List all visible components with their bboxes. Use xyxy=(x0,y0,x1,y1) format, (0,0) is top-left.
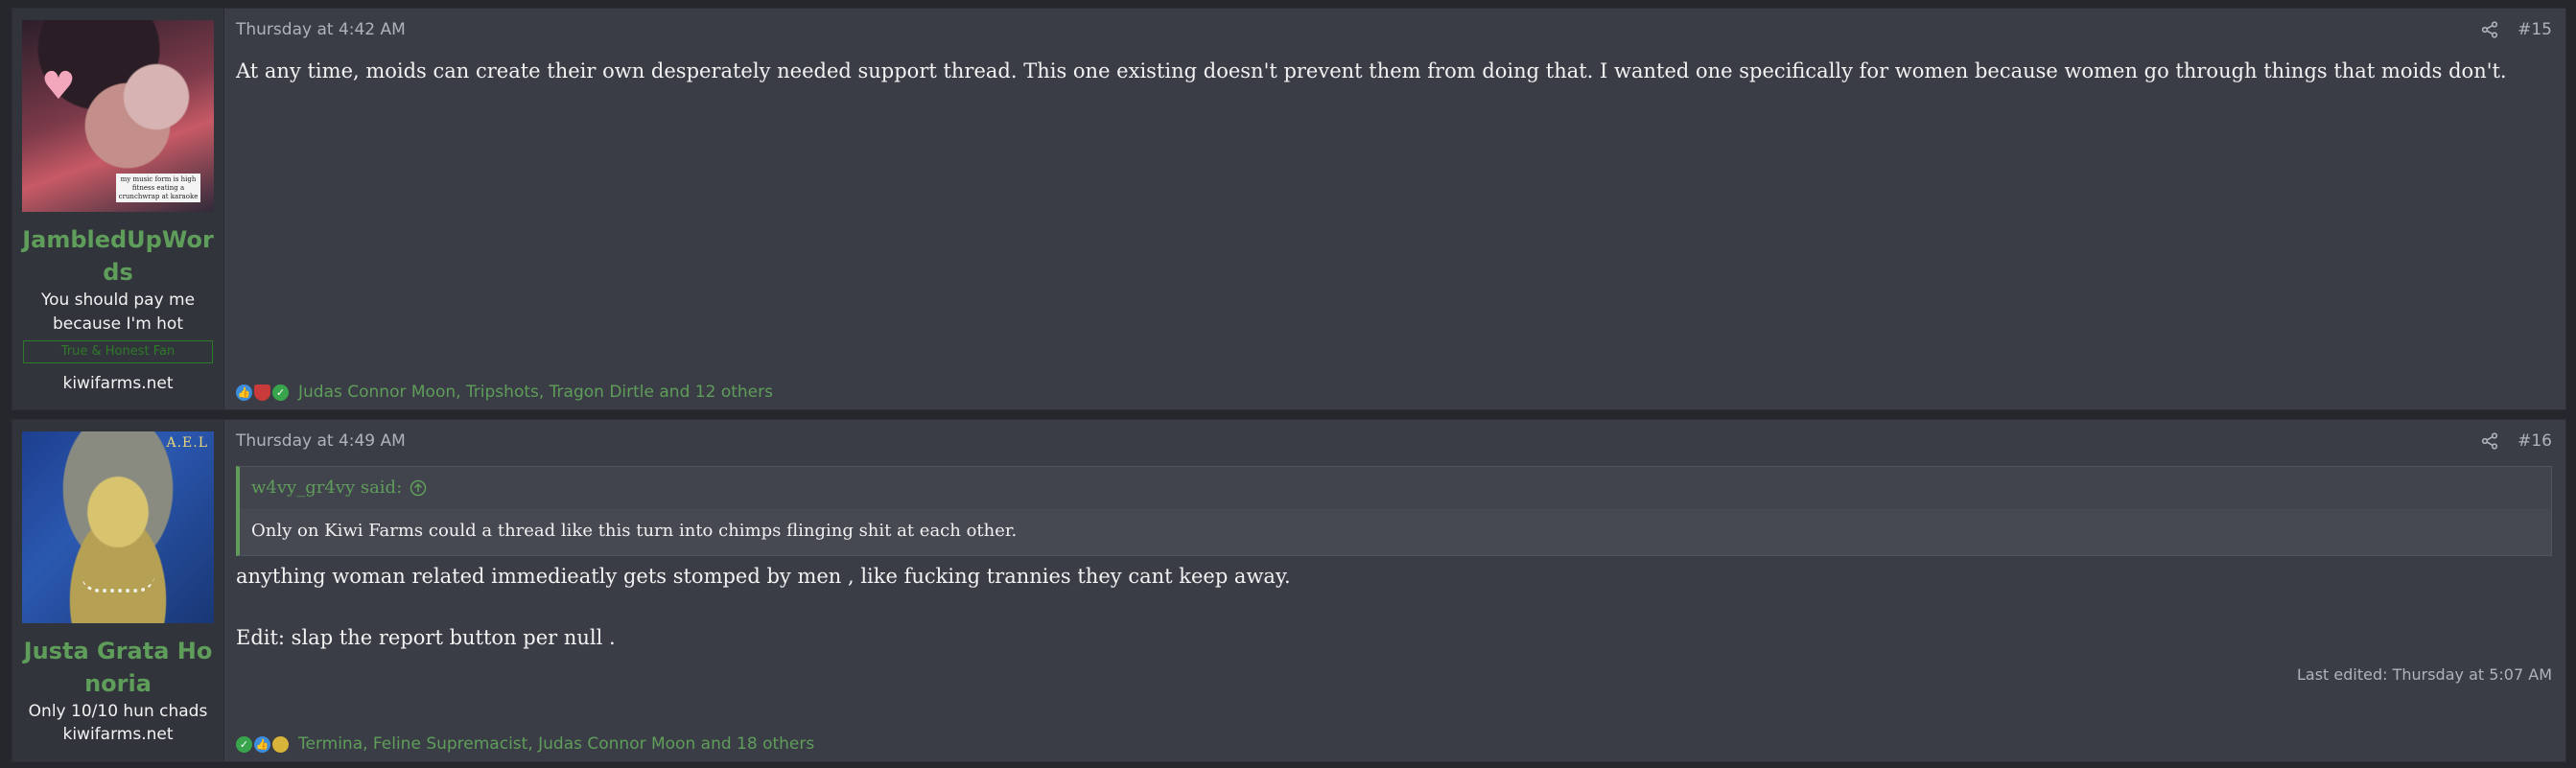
shield-icon xyxy=(254,384,270,401)
user-cell: ♥ my music form is high fitness eating a… xyxy=(12,9,224,409)
post-number[interactable]: #16 xyxy=(2517,431,2552,451)
post: A.E.L Justa Grata Honoria Only 10/10 hun… xyxy=(12,419,2566,762)
post: ♥ my music form is high fitness eating a… xyxy=(12,8,2566,410)
post-number[interactable]: #15 xyxy=(2517,20,2552,39)
avatar[interactable]: A.E.L xyxy=(22,431,214,623)
reactions-bar[interactable]: ✓ 👍 Termina, Feline Supremacist, Judas C… xyxy=(236,734,814,754)
post-date[interactable]: Thursday at 4:49 AM xyxy=(236,431,406,451)
quote-body: Only on Kiwi Farms could a thread like t… xyxy=(240,509,2551,555)
post-main: Thursday at 4:42 AM #15 At any time, moi… xyxy=(224,9,2565,409)
avatar-caption: my music form is high fitness eating a c… xyxy=(116,174,200,202)
like-icon: 👍 xyxy=(236,384,252,401)
heart-icon: ♥ xyxy=(41,64,76,108)
reactions-bar[interactable]: 👍 ✓ Judas Connor Moon, Tripshots, Tragon… xyxy=(236,383,773,402)
user-title: You should pay me because I'm hot xyxy=(40,291,196,334)
reaction-icons: ✓ 👍 xyxy=(236,735,291,753)
share-icon[interactable] xyxy=(2481,21,2498,38)
quote-block: w4vy_gr4vy said: Only on Kiwi Farms coul… xyxy=(236,466,2552,556)
user-site: kiwifarms.net xyxy=(62,725,174,744)
quote-author[interactable]: w4vy_gr4vy said: xyxy=(251,467,402,509)
pearls-decoration xyxy=(82,575,154,593)
avatar-caption: A.E.L xyxy=(166,435,208,451)
user-cell: A.E.L Justa Grata Honoria Only 10/10 hun… xyxy=(12,420,224,761)
user-site: kiwifarms.net xyxy=(62,374,174,393)
avatar[interactable]: ♥ my music form is high fitness eating a… xyxy=(22,20,214,212)
medal-icon xyxy=(272,735,289,753)
post-actions: #15 xyxy=(2481,20,2552,39)
check-icon: ✓ xyxy=(236,735,252,753)
arrow-up-circle-icon[interactable] xyxy=(410,479,427,497)
user-banner: True & Honest Fan xyxy=(23,340,213,363)
username[interactable]: JambledUpWords xyxy=(22,223,214,289)
post-actions: #16 xyxy=(2481,431,2552,451)
reaction-users-link[interactable]: Termina, Feline Supremacist, Judas Conno… xyxy=(298,734,814,754)
post-body: At any time, moids can create their own … xyxy=(236,59,2507,82)
reaction-icons: 👍 ✓ xyxy=(236,384,291,401)
share-icon[interactable] xyxy=(2481,432,2498,450)
user-title: Only 10/10 hun chads xyxy=(28,702,208,721)
quote-header: w4vy_gr4vy said: xyxy=(240,467,2551,509)
reaction-users-link[interactable]: Judas Connor Moon, Tripshots, Tragon Dir… xyxy=(298,383,773,402)
post-main: Thursday at 4:49 AM #16 w4vy_gr4vy said:… xyxy=(224,420,2565,761)
post-date[interactable]: Thursday at 4:42 AM xyxy=(236,20,406,39)
post-body-line: Edit: slap the report button per null . xyxy=(236,626,616,649)
check-icon: ✓ xyxy=(272,384,289,401)
like-icon: 👍 xyxy=(254,735,270,753)
username[interactable]: Justa Grata Honoria xyxy=(22,635,214,700)
last-edited: Last edited: Thursday at 5:07 AM xyxy=(2296,665,2552,684)
post-body-line: anything woman related immedieatly gets … xyxy=(236,565,1291,588)
